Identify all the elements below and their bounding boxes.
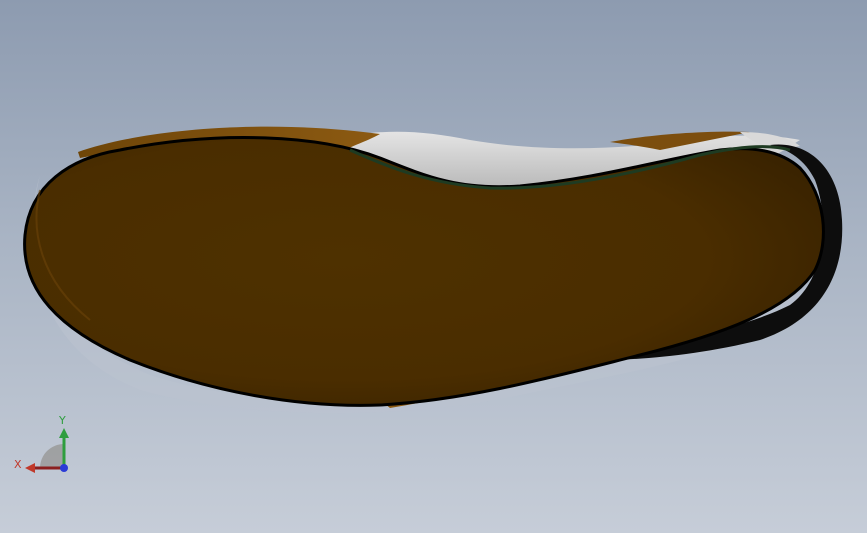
triad-y-label: Y [58,414,66,427]
triad-x-label: X [14,458,22,471]
orientation-triad[interactable]: Y X [10,410,80,480]
graphics-viewport[interactable]: Y X [0,0,867,533]
shoe-sole-model[interactable] [0,0,867,533]
triad-z-axis-dot [60,464,68,472]
triad-y-arrow-icon [59,428,69,438]
triad-plane-disc [40,444,64,468]
triad-x-arrow-icon [25,463,35,473]
